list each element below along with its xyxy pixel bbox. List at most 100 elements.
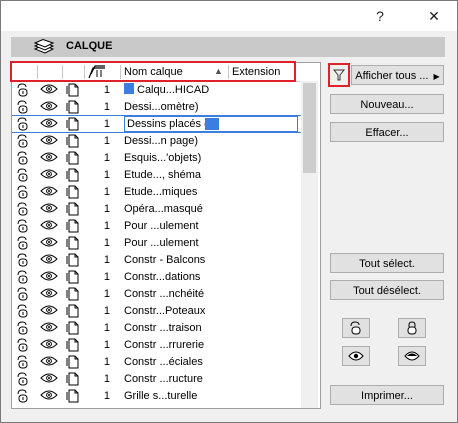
layer-row[interactable]: 1 Dessi...omètre) bbox=[12, 99, 302, 115]
visibility-toggle-icon[interactable] bbox=[40, 269, 60, 285]
visibility-toggle-icon[interactable] bbox=[40, 150, 60, 166]
lock-toggle-icon[interactable] bbox=[16, 150, 34, 166]
layer-mode-icon[interactable] bbox=[66, 82, 82, 98]
lock-toggle-icon[interactable] bbox=[16, 235, 34, 251]
layer-intersection-number: 1 bbox=[103, 118, 110, 130]
layer-name-text: Pour ...ulement bbox=[124, 237, 199, 249]
layer-row[interactable]: 1 Etude...miques bbox=[12, 184, 302, 200]
visibility-toggle-icon[interactable] bbox=[40, 184, 60, 200]
lock-toggle-icon[interactable] bbox=[16, 184, 34, 200]
lock-toggle-icon[interactable] bbox=[16, 218, 34, 234]
visibility-toggle-icon[interactable] bbox=[40, 303, 60, 319]
lock-toggle-icon[interactable] bbox=[16, 388, 34, 404]
layer-name-text: Constr ...traison bbox=[124, 322, 202, 334]
lock-toggle-icon[interactable] bbox=[16, 354, 34, 370]
visibility-toggle-icon[interactable] bbox=[40, 252, 60, 268]
visibility-toggle-icon[interactable] bbox=[40, 99, 60, 115]
delete-button[interactable]: Effacer... bbox=[330, 122, 444, 142]
layer-name: Constr - Balcons bbox=[124, 252, 234, 268]
visibility-toggle-icon[interactable] bbox=[40, 167, 60, 183]
layer-mode-icon[interactable] bbox=[66, 116, 82, 132]
layer-row[interactable]: 1 Constr ...éciales bbox=[12, 354, 302, 370]
visibility-toggle-icon[interactable] bbox=[40, 371, 60, 387]
layer-row[interactable]: 1 Dessi...n page) bbox=[12, 133, 302, 149]
layer-row[interactable]: 1 Constr ...traison bbox=[12, 320, 302, 336]
layer-mode-icon[interactable] bbox=[66, 252, 82, 268]
select-all-button[interactable]: Tout sélect. bbox=[330, 253, 444, 273]
visibility-toggle-icon[interactable] bbox=[40, 218, 60, 234]
visibility-toggle-icon[interactable] bbox=[40, 337, 60, 353]
lock-all-button[interactable] bbox=[398, 318, 426, 338]
layer-intersection-number: 1 bbox=[103, 203, 110, 215]
layer-intersection-number: 1 bbox=[103, 135, 110, 147]
layer-mode-icon[interactable] bbox=[66, 269, 82, 285]
layer-row[interactable]: 1 Calqu...HICAD bbox=[12, 82, 302, 98]
layer-mode-icon[interactable] bbox=[66, 167, 82, 183]
visibility-toggle-icon[interactable] bbox=[40, 133, 60, 149]
layer-mode-icon[interactable] bbox=[66, 354, 82, 370]
layer-mode-icon[interactable] bbox=[66, 150, 82, 166]
layer-mode-icon[interactable] bbox=[66, 235, 82, 251]
layer-row[interactable]: 1 Pour ...ulement bbox=[12, 218, 302, 234]
show-all-button[interactable]: Afficher tous ... ▶ bbox=[351, 65, 444, 85]
lock-toggle-icon[interactable] bbox=[16, 82, 34, 98]
layer-mode-icon[interactable] bbox=[66, 218, 82, 234]
lock-toggle-icon[interactable] bbox=[16, 133, 34, 149]
lock-toggle-icon[interactable] bbox=[16, 320, 34, 336]
visibility-toggle-icon[interactable] bbox=[40, 82, 60, 98]
lock-toggle-icon[interactable] bbox=[16, 116, 34, 132]
panel-title: CALQUE bbox=[66, 40, 113, 52]
layer-row[interactable]: 1 Opéra...masqué bbox=[12, 201, 302, 217]
hide-all-layers-button[interactable] bbox=[398, 346, 426, 366]
lock-toggle-icon[interactable] bbox=[16, 286, 34, 302]
lock-toggle-icon[interactable] bbox=[16, 269, 34, 285]
visibility-toggle-icon[interactable] bbox=[40, 286, 60, 302]
layer-row[interactable]: 1 Esquis...'objets) bbox=[12, 150, 302, 166]
layer-row[interactable]: 1 Etude..., shéma bbox=[12, 167, 302, 183]
lock-toggle-icon[interactable] bbox=[16, 252, 34, 268]
layer-name: Constr ...éciales bbox=[124, 354, 234, 370]
layer-mode-icon[interactable] bbox=[66, 337, 82, 353]
list-scrollbar[interactable] bbox=[301, 81, 318, 408]
visibility-toggle-icon[interactable] bbox=[40, 201, 60, 217]
layer-mode-icon[interactable] bbox=[66, 388, 82, 404]
layer-row[interactable]: 1 Pour ...ulement bbox=[12, 235, 302, 251]
layer-mode-icon[interactable] bbox=[66, 184, 82, 200]
layer-row[interactable]: 1 Dessins placés (l bbox=[12, 115, 303, 133]
layer-mode-icon[interactable] bbox=[66, 133, 82, 149]
layer-list[interactable]: Nom calque ▲ Extension 1 Calqu...HICAD 1 De… bbox=[11, 62, 321, 409]
deselect-all-button[interactable]: Tout désélect. bbox=[330, 280, 444, 300]
lock-toggle-icon[interactable] bbox=[16, 201, 34, 217]
layer-row[interactable]: 1 Constr ...nchéité bbox=[12, 286, 302, 302]
layer-name-edit-field[interactable]: Dessins placés (l bbox=[124, 116, 298, 132]
unlock-all-button[interactable] bbox=[342, 318, 370, 338]
new-button[interactable]: Nouveau... bbox=[330, 94, 444, 114]
close-button[interactable]: ✕ bbox=[421, 5, 447, 27]
layer-row[interactable]: 1 Constr - Balcons bbox=[12, 252, 302, 268]
layer-mode-icon[interactable] bbox=[66, 371, 82, 387]
layer-row[interactable]: 1 Constr ...ructure bbox=[12, 371, 302, 387]
visibility-toggle-icon[interactable] bbox=[40, 116, 60, 132]
visibility-toggle-icon[interactable] bbox=[40, 388, 60, 404]
visibility-toggle-icon[interactable] bbox=[40, 354, 60, 370]
visibility-toggle-icon[interactable] bbox=[40, 320, 60, 336]
layer-mode-icon[interactable] bbox=[66, 201, 82, 217]
help-button[interactable]: ? bbox=[367, 5, 393, 27]
show-all-layers-button[interactable] bbox=[342, 346, 370, 366]
lock-toggle-icon[interactable] bbox=[16, 337, 34, 353]
layer-mode-icon[interactable] bbox=[66, 320, 82, 336]
layer-mode-icon[interactable] bbox=[66, 286, 82, 302]
print-button[interactable]: Imprimer... bbox=[330, 385, 444, 405]
layer-mode-icon[interactable] bbox=[66, 303, 82, 319]
lock-toggle-icon[interactable] bbox=[16, 167, 34, 183]
layer-row[interactable]: 1 Constr...Poteaux bbox=[12, 303, 302, 319]
lock-toggle-icon[interactable] bbox=[16, 371, 34, 387]
layer-row[interactable]: 1 Grille s...turelle bbox=[12, 388, 302, 404]
scrollbar-thumb[interactable] bbox=[303, 83, 316, 173]
visibility-toggle-icon[interactable] bbox=[40, 235, 60, 251]
layer-row[interactable]: 1 Constr...dations bbox=[12, 269, 302, 285]
lock-toggle-icon[interactable] bbox=[16, 303, 34, 319]
layer-row[interactable]: 1 Constr ...rrurerie bbox=[12, 337, 302, 353]
lock-toggle-icon[interactable] bbox=[16, 99, 34, 115]
layer-mode-icon[interactable] bbox=[66, 99, 82, 115]
